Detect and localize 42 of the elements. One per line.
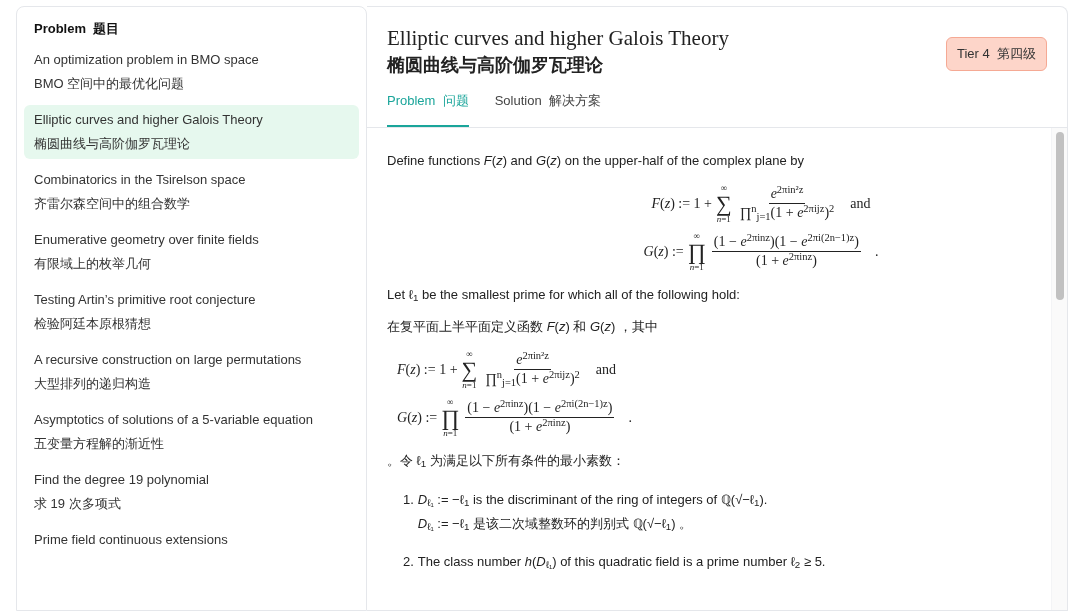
problem-name-chinese: 检验阿廷本原根猜想 [34, 314, 152, 333]
problem-list-item[interactable]: Find the degree 19 polynomial 求 19 次多项式 [24, 464, 359, 519]
problem-name: A recursive construction on large permutations [34, 350, 303, 369]
problem-name-chinese: BMO 空间中的最优化问题 [34, 74, 186, 93]
tier-badge: Tier 4 第四级 [946, 37, 1047, 71]
problem-name: Elliptic curves and higher Galois Theory [34, 110, 264, 129]
problem-name: An optimization problem in BMO space [34, 50, 260, 69]
problem-name: Enumerative geometry over finite fields [34, 230, 260, 249]
problem-title: Elliptic curves and higher Galois Theory [387, 25, 729, 51]
problem-name-chinese: 齐雷尔森空间中的组合数学 [34, 194, 191, 213]
scrollbar[interactable] [1051, 127, 1067, 610]
problem-list-item[interactable]: Testing Artin’s primitive root conjecture 检验阿廷本原根猜想 [24, 284, 359, 339]
problem-list-item[interactable]: Prime field continuous extensions [24, 524, 359, 555]
problem-name-chinese: 五变量方程解的渐近性 [34, 434, 165, 453]
problem-name-chinese: 椭圆曲线与高阶伽罗瓦理论 [34, 134, 191, 153]
paragraph: 。令 ℓ$_{1}$ 为满足以下所有条件的最小素数： [387, 451, 626, 471]
list-item-text: D$_{ℓ₁}$ := −ℓ$_{1}$ 是该二次域整数环的判别式 ℚ(√−ℓ$_{1}$) 。 [417, 514, 694, 534]
list-number: 1. [403, 490, 414, 509]
list-item-text: D$_{ℓ₁}$ := −ℓ$_{1}$ is the discriminant of the ring of integers of ℚ(√−ℓ$_{1}$). [417, 490, 768, 510]
problem-list-item[interactable]: An optimization problem in BMO space BMO 空间中的最优化问题 [24, 44, 359, 99]
problem-name: Testing Artin’s primitive root conjecture [34, 290, 257, 309]
problem-title-chinese: 椭圆曲线与高阶伽罗瓦理论 [387, 54, 604, 77]
problem-list-item[interactable]: Enumerative geometry over finite fields 有限域上的枚举几何 [24, 224, 359, 279]
problem-list-item[interactable]: A recursive construction on large permutations 大型排列的递归构造 [24, 344, 359, 399]
paragraph: Let ℓ$_{1}$ be the smallest prime for which all of the following hold: [387, 285, 741, 305]
problem-list-item[interactable]: Elliptic curves and higher Galois Theory 椭圆曲线与高阶伽罗瓦理论 [24, 104, 359, 159]
problem-name-chinese: 大型排列的递归构造 [34, 374, 152, 393]
sidebar-heading: Problem 题目 [33, 20, 121, 38]
tab[interactable]: Solution 解决方案 [494, 91, 601, 127]
problem-name: Asymptotics of solutions of a 5-variable equation [34, 410, 314, 429]
problem-name-chinese: 有限域上的枚举几何 [34, 254, 152, 273]
list-number: 2. [403, 552, 414, 571]
problem-name: Find the degree 19 polynomial [34, 470, 210, 489]
paragraph: 在复平面上半平面定义函数 F(z) 和 G(z) ，其中 [387, 317, 659, 336]
problem-name: Combinatorics in the Tsirelson space [34, 170, 247, 189]
problem-name: Prime field continuous extensions [34, 530, 229, 549]
list-item-text: The class number h(D$_{ℓ₁}$) of this quadratic field is a prime number ℓ$_{2}$ ≥ 5. [417, 552, 826, 572]
problem-name-chinese: 求 19 次多项式 [34, 494, 122, 513]
problem-list-item[interactable]: Asymptotics of solutions of a 5-variable equation 五变量方程解的渐近性 [24, 404, 359, 459]
scrollbar-thumb[interactable] [1055, 131, 1064, 300]
paragraph: Define functions F(z) and G(z) on the upper-half of the complex plane by [387, 151, 805, 170]
problem-list-item[interactable]: Combinatorics in the Tsirelson space 齐雷尔森空间中的组合数学 [24, 164, 359, 219]
